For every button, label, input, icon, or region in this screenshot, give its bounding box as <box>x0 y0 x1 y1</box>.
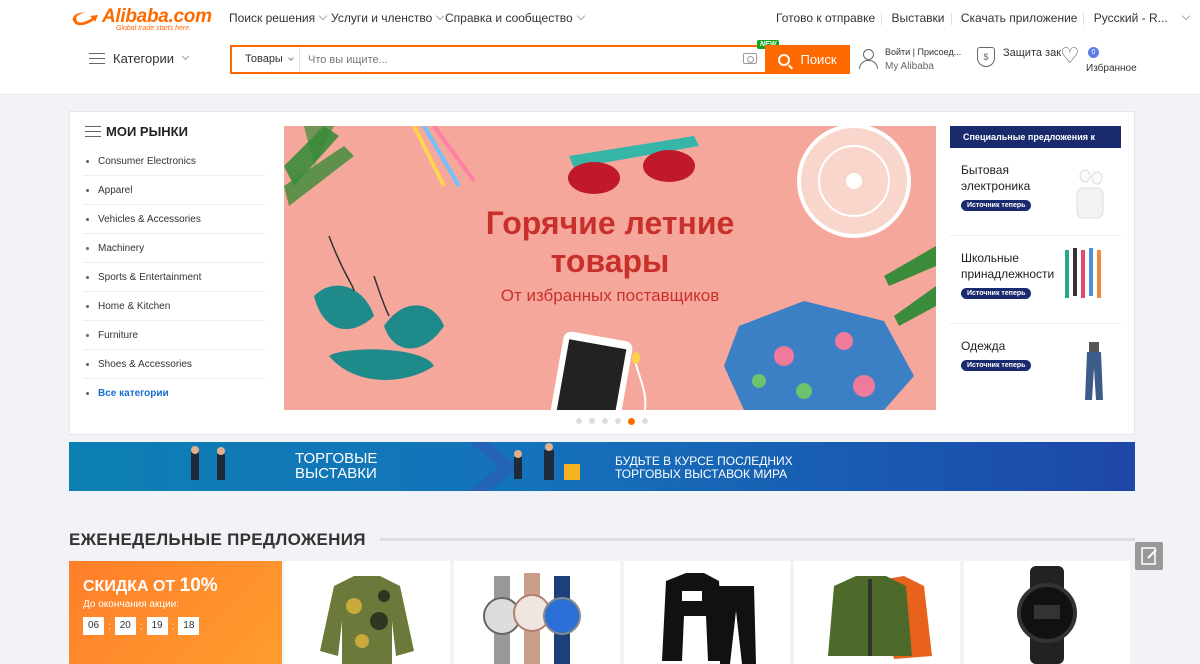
product-card-tracksuit[interactable] <box>624 561 790 664</box>
special-offer-name: Бытовая электроника <box>961 163 1031 193</box>
chevron-down-icon <box>576 11 585 21</box>
special-offers-header: Специальные предложения к <box>950 126 1121 148</box>
user-icon <box>858 49 878 69</box>
nav-find-solutions[interactable]: Поиск решения <box>229 11 328 25</box>
logo-tagline: Global trade starts here. <box>116 25 192 32</box>
market-list: Consumer Electronics Apparel Vehicles & … <box>83 147 265 408</box>
link-trade-shows[interactable]: Выставки <box>892 11 945 25</box>
favorites-label: Избранное <box>1086 63 1137 74</box>
carousel-dot[interactable] <box>642 418 648 424</box>
markets-title: МОИ РЫНКИ <box>85 124 188 139</box>
sign-in-link[interactable]: Войти | Присоед... <box>885 47 961 57</box>
watches-image <box>483 573 581 664</box>
alibaba-logo-icon <box>72 12 98 26</box>
countdown-label: До окончания акции: <box>83 599 180 610</box>
trade-banner-illustration <box>191 442 580 491</box>
banner-subtitle: От избранных поставщиков <box>500 286 720 305</box>
special-offer-item[interactable]: Бытовая электроника Источник теперь <box>950 148 1121 236</box>
product-card-camo-jacket[interactable] <box>284 561 450 664</box>
earbuds-image <box>1076 169 1104 219</box>
market-item[interactable]: Consumer Electronics <box>83 147 265 176</box>
top-links: Готово к отправке Выставки Скачать прило… <box>776 11 1191 25</box>
shield-icon: $ <box>977 47 995 67</box>
section-divider <box>380 538 1135 541</box>
countdown-days: 06 <box>83 617 104 635</box>
nav-help-community[interactable]: Справка и сообщество <box>445 11 585 25</box>
countdown-timer: 06: 20: 19: 18 <box>83 617 203 635</box>
product-card-watches[interactable] <box>454 561 620 664</box>
carousel-dot-active[interactable] <box>628 418 635 425</box>
carousel-dot[interactable] <box>615 418 621 424</box>
alibaba-logo[interactable]: Alibaba.com Global trade starts here. <box>68 6 212 34</box>
source-now-button[interactable]: Источник теперь <box>961 288 1032 299</box>
countdown-hours: 20 <box>114 617 136 635</box>
carousel-dot[interactable] <box>602 418 608 424</box>
banner-title: Горячие летние товары <box>485 205 735 279</box>
carousel-dots <box>576 418 655 425</box>
search-icon <box>778 53 791 66</box>
feedback-icon[interactable] <box>1135 542 1163 570</box>
favorites-count: 0 <box>1088 47 1099 58</box>
special-offer-item[interactable]: Школьные принадлежности Источник теперь <box>950 236 1121 324</box>
search-input[interactable] <box>302 47 732 72</box>
link-get-app[interactable]: Скачать приложение <box>961 11 1078 25</box>
market-item[interactable]: Shoes & Accessories <box>83 350 265 379</box>
search-box: Товары <box>230 45 765 74</box>
categories-label: Категории <box>113 51 174 66</box>
product-card-digital-watch[interactable] <box>964 561 1130 664</box>
menu-icon <box>89 52 105 65</box>
hero-section: МОИ РЫНКИ Consumer Electronics Apparel V… <box>69 111 1135 435</box>
categories-menu[interactable]: Категории <box>89 51 190 66</box>
list-icon <box>85 125 101 138</box>
tracksuit-image <box>662 573 756 664</box>
carousel-dot[interactable] <box>576 418 582 424</box>
market-item[interactable]: Home & Kitchen <box>83 292 265 321</box>
special-offers: Специальные предложения к Бытовая электр… <box>950 126 1121 412</box>
countdown-minutes: 19 <box>146 617 168 635</box>
site-header: Alibaba.com Global trade starts here. По… <box>0 0 1200 95</box>
all-categories-link[interactable]: Все категории <box>83 379 265 408</box>
nav-services-membership[interactable]: Услуги и членство <box>331 11 445 25</box>
order-protection[interactable]: $ Защита зак <box>977 47 1061 67</box>
trade-shows-tagline: БУДЬТЕ В КУРСЕ ПОСЛЕДНИХ ТОРГОВЫХ ВЫСТАВ… <box>615 454 793 481</box>
heart-icon: ♡ <box>1060 43 1080 68</box>
weekly-deals-title: ЕЖЕНЕДЕЛЬНЫЕ ПРЕДЛОЖЕНИЯ <box>69 530 366 549</box>
jeans-image <box>1085 342 1103 400</box>
market-item[interactable]: Vehicles & Accessories <box>83 205 265 234</box>
market-item[interactable]: Apparel <box>83 176 265 205</box>
camera-icon[interactable] <box>743 53 757 64</box>
chevron-down-icon <box>436 11 445 21</box>
digital-watch-image <box>1017 566 1077 664</box>
discount-promo[interactable]: СКИДКА ОТ 10% До окончания акции: 06: 20… <box>69 561 282 664</box>
chevron-down-icon <box>181 52 190 61</box>
chevron-down-icon <box>318 11 328 21</box>
link-ready-to-ship[interactable]: Готово к отправке <box>776 11 875 25</box>
pens-image <box>1065 248 1101 298</box>
special-offer-name: Одежда <box>961 339 1006 353</box>
language-selector[interactable]: Русский - R... <box>1094 11 1168 25</box>
user-account[interactable]: Войти | Присоед... My Alibaba <box>858 47 961 72</box>
product-card-bomber-jacket[interactable] <box>794 561 960 664</box>
order-protection-label: Защита зак <box>1003 47 1062 59</box>
special-offer-item[interactable]: Одежда Источник теперь <box>950 324 1121 412</box>
bomber-jacket-image <box>828 576 932 659</box>
market-item[interactable]: Machinery <box>83 234 265 263</box>
carousel-dot[interactable] <box>589 418 595 424</box>
chevron-down-icon <box>1181 11 1191 21</box>
search-category-select[interactable]: Товары <box>232 47 300 72</box>
market-item[interactable]: Furniture <box>83 321 265 350</box>
discount-headline: СКИДКА ОТ 10% <box>83 575 218 596</box>
trade-shows-title: ТОРГОВЫЕ ВЫСТАВКИ <box>295 450 378 482</box>
chevron-down-icon <box>288 55 294 61</box>
my-alibaba-link[interactable]: My Alibaba <box>885 61 961 72</box>
market-item[interactable]: Sports & Entertainment <box>83 263 265 292</box>
search-button[interactable]: Поиск <box>765 45 850 74</box>
camo-jacket-image <box>320 576 414 664</box>
source-now-button[interactable]: Источник теперь <box>961 360 1032 371</box>
promo-banner[interactable]: Горячие летние товары От избранных поста… <box>284 126 936 410</box>
trade-shows-banner[interactable]: ТОРГОВЫЕ ВЫСТАВКИ БУДЬТЕ В КУРСЕ ПОСЛЕДН… <box>69 442 1135 491</box>
source-now-button[interactable]: Источник теперь <box>961 200 1032 211</box>
countdown-seconds: 18 <box>178 617 200 635</box>
